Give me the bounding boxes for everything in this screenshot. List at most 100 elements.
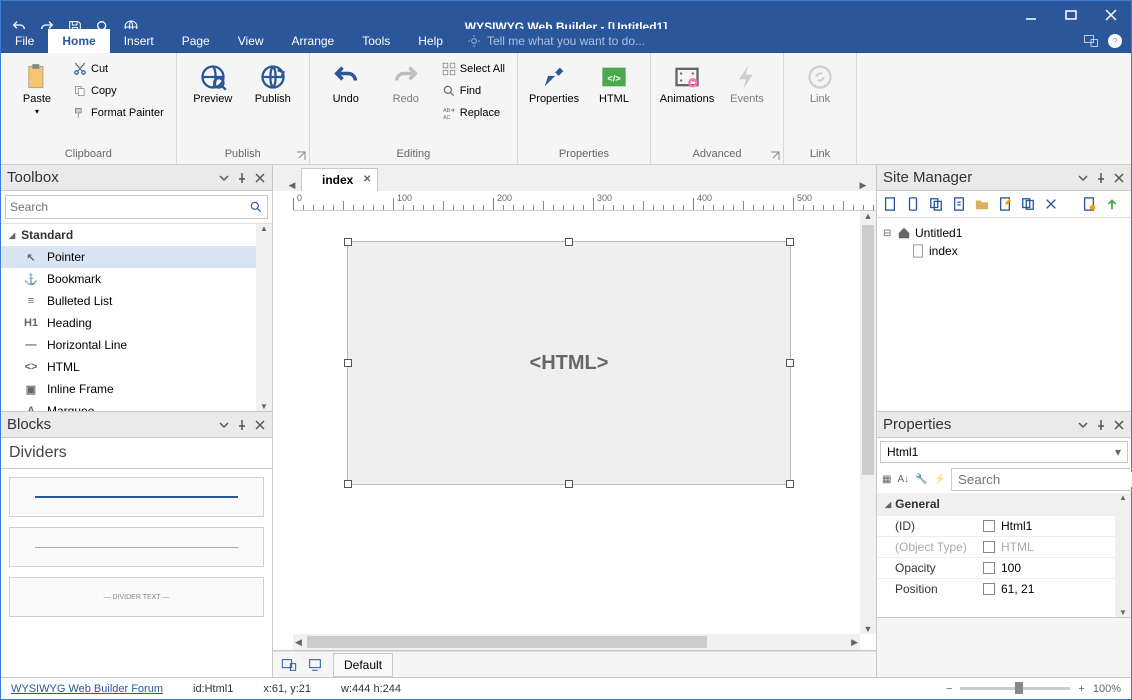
menu-home[interactable]: Home [48,29,109,53]
resize-handle-ne[interactable] [786,238,794,246]
toolbox-item-horizontal-line[interactable]: —Horizontal Line [1,334,272,356]
format-painter-button[interactable]: Format Painter [69,103,168,123]
page-settings-icon[interactable] [1080,195,1098,213]
toolbox-item-bulleted-list[interactable]: ≡Bulleted List [1,290,272,312]
pin-icon[interactable] [236,172,248,184]
new-folder-icon[interactable] [973,195,991,213]
resize-handle-n[interactable] [565,238,573,246]
redo-button[interactable]: Redo [378,59,434,109]
tab-index[interactable]: index✕ [301,168,378,191]
resize-handle-s[interactable] [565,480,573,488]
menu-arrange[interactable]: Arrange [278,29,349,53]
properties-scrollbar[interactable]: ▲▼ [1115,493,1131,617]
divider-block-3[interactable]: — DIVIDER TEXT — [9,577,264,617]
tab-close-icon[interactable]: ✕ [363,174,371,185]
tab-next-icon[interactable]: ▶ [856,180,870,191]
divider-block-2[interactable] [9,527,264,567]
resize-handle-sw[interactable] [344,480,352,488]
toolbox-item-heading[interactable]: H1Heading [1,312,272,334]
categorized-icon[interactable]: ▦ [881,470,892,490]
props-tool-icon[interactable]: 🔧 [914,470,928,490]
menu-page[interactable]: Page [168,29,224,53]
zoom-slider[interactable] [960,687,1070,690]
find-button[interactable]: Find [438,81,509,101]
close-button[interactable] [1091,1,1131,29]
maximize-button[interactable] [1051,1,1091,29]
properties-search-input[interactable] [958,472,1132,487]
menu-help[interactable]: Help [404,29,457,53]
search-icon[interactable] [249,200,263,214]
toolbox-item-inline-frame[interactable]: ▣Inline Frame [1,378,272,400]
resize-handle-w[interactable] [344,359,352,367]
resize-handle-e[interactable] [786,359,794,367]
close-icon[interactable] [254,172,266,184]
events-button[interactable]: Events [719,59,775,109]
dropdown-icon[interactable] [218,172,230,184]
toolbox-item-html[interactable]: <>HTML [1,356,272,378]
link-button[interactable]: Link [792,59,848,109]
copy-page-icon[interactable] [1019,195,1037,213]
page-canvas[interactable]: <HTML> [293,211,860,634]
replace-button[interactable]: ABACReplace [438,103,509,123]
properties-button[interactable]: Properties [526,59,582,109]
toolbox-item-marquee[interactable]: AMarquee [1,400,272,411]
toolbox-search-input[interactable] [10,200,249,214]
new-page-icon[interactable] [881,195,899,213]
close-icon[interactable] [1113,172,1125,184]
props-events-icon[interactable]: ⚡ [933,470,947,490]
dialog-launcher-icon[interactable] [769,150,781,162]
dropdown-icon[interactable] [1077,172,1089,184]
zoom-out-icon[interactable]: − [946,683,952,695]
prop-row-opacity[interactable]: Opacity100 [877,557,1131,578]
help-icon[interactable]: ? [1107,33,1123,49]
toolbox-item-pointer[interactable]: ↖Pointer [1,246,272,268]
divider-block-1[interactable] [9,477,264,517]
tell-me-search[interactable]: Tell me what you want to do... [467,29,645,53]
prop-row-position[interactable]: Position61, 21 [877,578,1131,599]
resize-handle-nw[interactable] [344,238,352,246]
menu-file[interactable]: File [1,29,48,53]
prop-row-id[interactable]: (ID)Html1 [877,515,1131,536]
preview-button[interactable]: Preview [185,59,241,109]
toolbox-scrollbar[interactable]: ▲▼ [256,224,272,411]
paste-button[interactable]: Paste▾ [9,59,65,120]
tree-root[interactable]: ⊟Untitled1 [883,224,1125,242]
menu-insert[interactable]: Insert [110,29,168,53]
menu-view[interactable]: View [224,29,278,53]
display-settings-icon[interactable] [1083,33,1099,49]
toolbox-group-standard[interactable]: Standard [1,224,272,246]
publish-button[interactable]: Publish [245,59,301,109]
dropdown-icon[interactable] [218,419,230,431]
undo-button[interactable]: Undo [318,59,374,109]
pin-icon[interactable] [1095,172,1107,184]
html-object[interactable]: <HTML> [347,241,791,485]
properties-object-selector[interactable]: Html1 [880,441,1128,463]
vertical-scrollbar[interactable]: ▲▼ [860,211,876,634]
resize-handle-se[interactable] [786,480,794,488]
close-icon[interactable] [1113,419,1125,431]
delete-page-icon[interactable] [1042,195,1060,213]
breakpoint-default[interactable]: Default [333,653,393,677]
close-icon[interactable] [254,419,266,431]
animations-button[interactable]: Animations [659,59,715,109]
select-all-button[interactable]: Select All [438,59,509,79]
tab-prev-icon[interactable]: ◀ [285,180,299,191]
zoom-in-icon[interactable]: + [1078,683,1084,695]
prop-category-general[interactable]: General [877,493,1131,515]
properties-search[interactable] [951,468,1132,491]
toolbox-search[interactable] [5,195,268,219]
new-mobile-icon[interactable] [904,195,922,213]
dropdown-icon[interactable] [1077,419,1089,431]
minimize-button[interactable] [1011,1,1051,29]
toolbox-item-bookmark[interactable]: ⚓Bookmark [1,268,272,290]
pin-icon[interactable] [1095,419,1107,431]
cut-button[interactable]: Cut [69,59,168,79]
html-button[interactable]: </>HTML [586,59,642,109]
page-props-icon[interactable] [950,195,968,213]
alphabetical-icon[interactable]: A↓ [896,470,910,490]
clone-page-icon[interactable] [927,195,945,213]
device-icon[interactable] [307,657,323,673]
edit-page-icon[interactable] [996,195,1014,213]
menu-tools[interactable]: Tools [348,29,404,53]
horizontal-scrollbar[interactable]: ◀▶ [293,634,860,650]
